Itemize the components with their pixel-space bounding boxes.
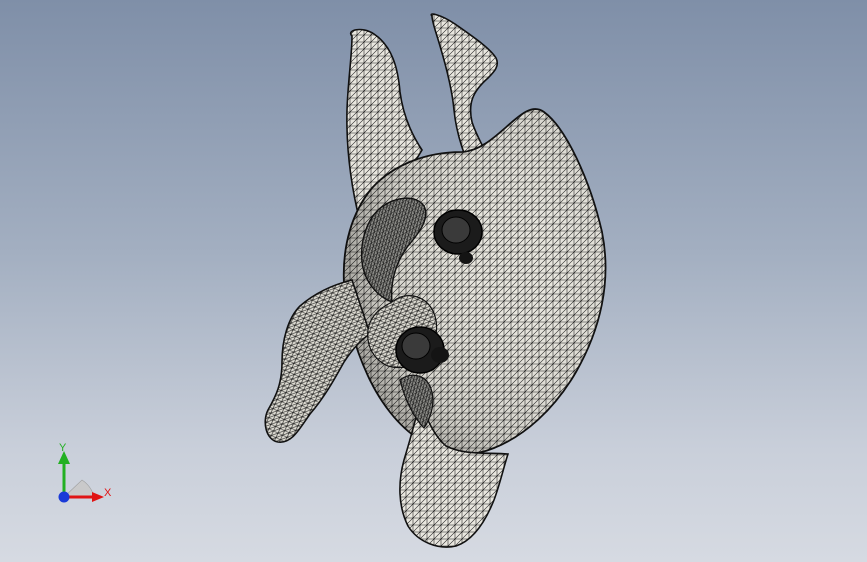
- x-axis-label: X: [104, 487, 112, 499]
- z-axis-dot: [58, 491, 70, 503]
- y-axis-arrow: [58, 451, 70, 497]
- mesh-model[interactable]: [0, 0, 867, 562]
- y-axis-label: Y: [59, 442, 67, 454]
- left-lower-fin: [264, 279, 371, 443]
- graphics-viewport[interactable]: Y X: [0, 0, 867, 562]
- reference-triad: Y X: [48, 440, 118, 510]
